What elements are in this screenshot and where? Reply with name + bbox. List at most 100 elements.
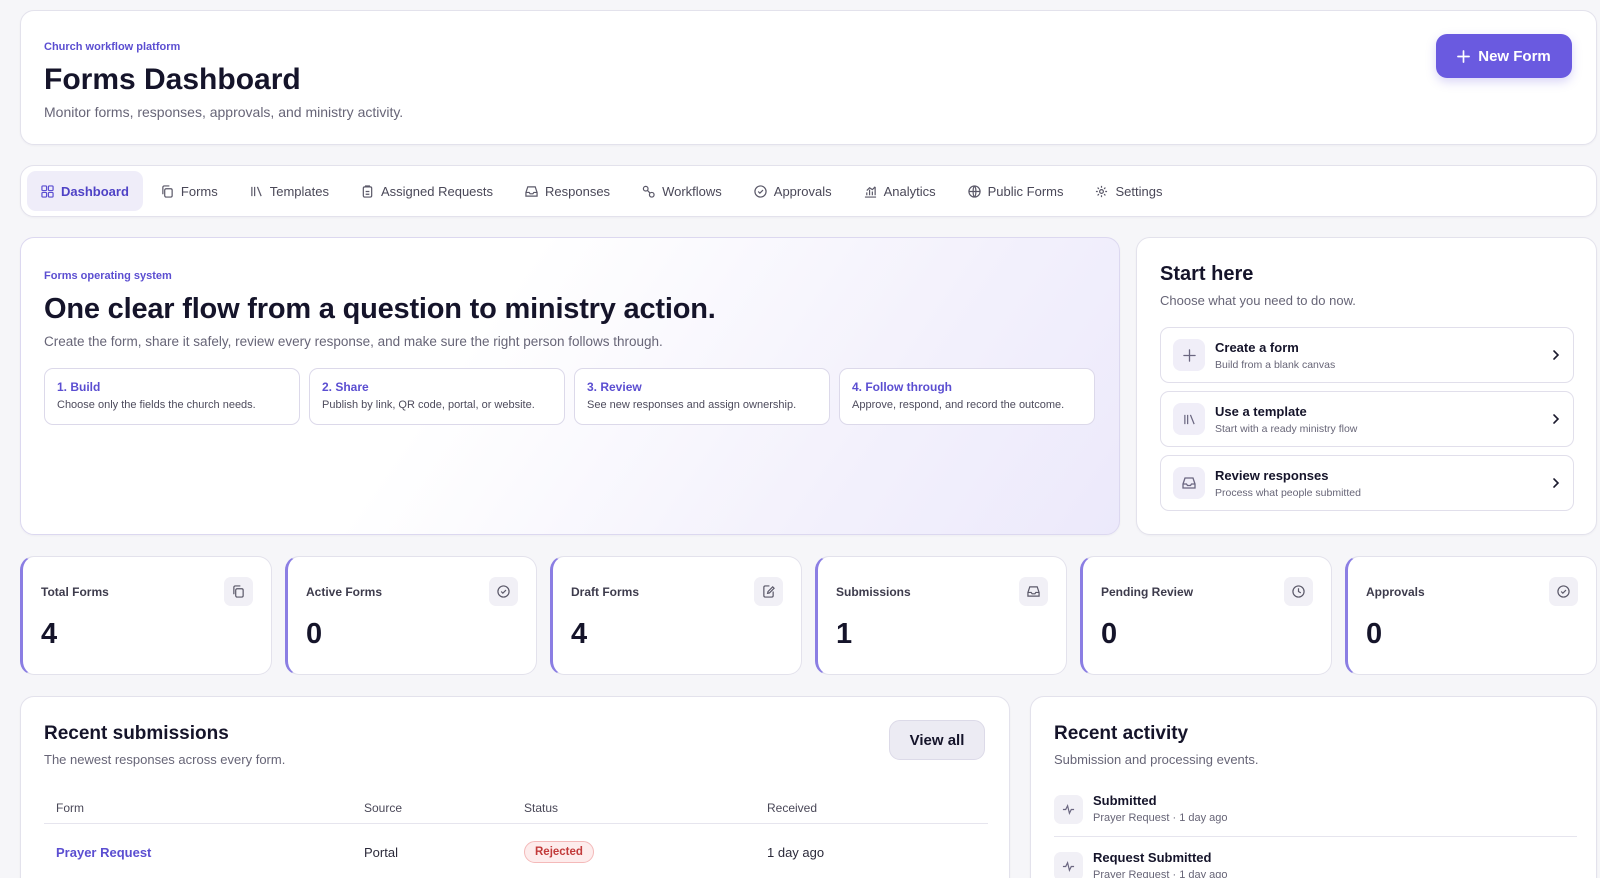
- submissions-subtitle: The newest responses across every form.: [44, 752, 286, 767]
- activity-title: Recent activity: [1054, 723, 1189, 744]
- column-header-form: Form: [56, 800, 84, 815]
- review-responses-action[interactable]: Review responses Process what people sub…: [1160, 455, 1574, 511]
- chart-icon: [864, 185, 876, 198]
- step-title: 1. Build: [57, 380, 101, 394]
- action-desc: Build from a blank canvas: [1215, 358, 1336, 371]
- inbox-icon: [1173, 467, 1205, 499]
- table-header: Form Source Status Received: [44, 792, 988, 824]
- hero-title: One clear flow from a question to minist…: [44, 293, 716, 325]
- page-title: Forms Dashboard: [44, 63, 301, 96]
- action-desc: Process what people submitted: [1215, 486, 1361, 499]
- stat-submissions: Submissions 1: [815, 556, 1067, 675]
- submissions-title: Recent submissions: [44, 723, 229, 744]
- stat-label: Pending Review: [1101, 585, 1194, 599]
- check-circle-icon: [754, 184, 767, 198]
- tab-analytics[interactable]: Analytics: [850, 171, 950, 211]
- status-badge: Rejected: [524, 841, 594, 863]
- stat-label: Active Forms: [306, 585, 383, 599]
- table-row[interactable]: Prayer Request Portal Rejected 1 day ago: [44, 824, 988, 878]
- page-header: Church workflow platform Forms Dashboard…: [20, 10, 1597, 145]
- submissions-table: Form Source Status Received Prayer Reque…: [44, 792, 988, 878]
- activity-item: Request Submitted Prayer Request · 1 day…: [1054, 842, 1577, 878]
- tab-label: Assigned Requests: [381, 183, 494, 199]
- stat-label: Submissions: [836, 585, 911, 599]
- action-title: Review responses: [1215, 467, 1329, 483]
- stat-approvals: Approvals 0: [1345, 556, 1597, 675]
- workflow-icon: [642, 185, 655, 198]
- activity-pulse-icon: [1054, 795, 1083, 824]
- copy-icon: [224, 577, 253, 606]
- stat-value: 4: [571, 618, 588, 650]
- tab-settings[interactable]: Settings: [1081, 171, 1176, 211]
- activity-title-text: Submitted: [1093, 793, 1157, 808]
- start-subtitle: Choose what you need to do now.: [1160, 293, 1356, 308]
- source-cell: Portal: [364, 844, 398, 860]
- library-icon: [251, 186, 262, 196]
- view-all-button[interactable]: View all: [889, 720, 985, 760]
- received-cell: 1 day ago: [767, 844, 825, 860]
- tab-responses[interactable]: Responses: [511, 171, 624, 211]
- stat-value: 4: [41, 618, 58, 650]
- library-icon: [1173, 403, 1205, 435]
- hero-subtitle: Create the form, share it safely, review…: [44, 334, 663, 349]
- step-title: 2. Share: [322, 380, 369, 394]
- copy-icon: [162, 184, 173, 198]
- tab-dashboard[interactable]: Dashboard: [27, 171, 143, 211]
- stat-draft-forms: Draft Forms 4: [550, 556, 802, 675]
- step-desc: See new responses and assign ownership.: [587, 399, 797, 411]
- page-subtitle: Monitor forms, responses, approvals, and…: [44, 104, 404, 120]
- tab-public-forms[interactable]: Public Forms: [954, 171, 1078, 211]
- tab-templates[interactable]: Templates: [236, 171, 343, 211]
- start-here-panel: Start here Choose what you need to do no…: [1136, 237, 1597, 535]
- activity-desc: Prayer Request · 1 day ago: [1093, 812, 1228, 824]
- hero-eyebrow: Forms operating system: [44, 270, 172, 282]
- edit-icon: [754, 577, 783, 606]
- tab-label: Settings: [1115, 183, 1163, 199]
- stat-value: 0: [306, 618, 323, 650]
- stat-label: Approvals: [1366, 585, 1425, 599]
- tab-label: Dashboard: [61, 183, 129, 199]
- inbox-icon: [525, 185, 538, 197]
- tab-label: Approvals: [773, 183, 832, 199]
- tab-label: Forms: [180, 183, 218, 199]
- inbox-icon: [1019, 577, 1048, 606]
- action-title: Use a template: [1215, 403, 1307, 419]
- step-review: 3. Review See new responses and assign o…: [574, 368, 830, 425]
- chevron-right-icon: [1553, 350, 1560, 360]
- tab-forms[interactable]: Forms: [147, 171, 232, 211]
- start-title: Start here: [1160, 263, 1254, 285]
- activity-pulse-icon: [1054, 852, 1083, 878]
- column-header-source: Source: [364, 800, 403, 815]
- recent-submissions-panel: Recent submissions The newest responses …: [20, 696, 1010, 878]
- globe-icon: [967, 184, 981, 198]
- clipboard-icon: [362, 184, 373, 198]
- stat-pending-review: Pending Review 0: [1080, 556, 1332, 675]
- activity-desc: Prayer Request · 1 day ago: [1093, 869, 1228, 878]
- tab-label: Analytics: [883, 183, 936, 199]
- step-title: 3. Review: [587, 380, 642, 394]
- recent-activity-panel: Recent activity Submission and processin…: [1030, 696, 1597, 878]
- check-circle-icon: [489, 577, 518, 606]
- tab-label: Workflows: [662, 183, 722, 199]
- tab-approvals[interactable]: Approvals: [740, 171, 846, 211]
- chevron-right-icon: [1553, 478, 1560, 488]
- tab-label: Templates: [269, 183, 329, 199]
- use-template-action[interactable]: Use a template Start with a ready minist…: [1160, 391, 1574, 447]
- check-circle-icon: [1549, 577, 1578, 606]
- stat-value: 0: [1366, 618, 1383, 650]
- form-link[interactable]: Prayer Request: [56, 845, 151, 860]
- create-form-action[interactable]: Create a form Build from a blank canvas: [1160, 327, 1574, 383]
- step-follow-through: 4. Follow through Approve, respond, and …: [839, 368, 1095, 425]
- action-desc: Start with a ready ministry flow: [1215, 422, 1358, 435]
- stat-active-forms: Active Forms 0: [285, 556, 537, 675]
- new-form-label: New Form: [1478, 47, 1551, 65]
- stat-label: Total Forms: [41, 585, 109, 599]
- stat-value: 0: [1101, 618, 1118, 650]
- tab-workflows[interactable]: Workflows: [628, 171, 736, 211]
- activity-title-text: Request Submitted: [1093, 850, 1212, 865]
- new-form-button[interactable]: New Form: [1436, 34, 1572, 78]
- stat-label: Draft Forms: [571, 585, 640, 599]
- tab-assigned-requests[interactable]: Assigned Requests: [347, 171, 507, 211]
- hero-panel: Forms operating system One clear flow fr…: [20, 237, 1120, 535]
- column-header-received: Received: [767, 800, 818, 815]
